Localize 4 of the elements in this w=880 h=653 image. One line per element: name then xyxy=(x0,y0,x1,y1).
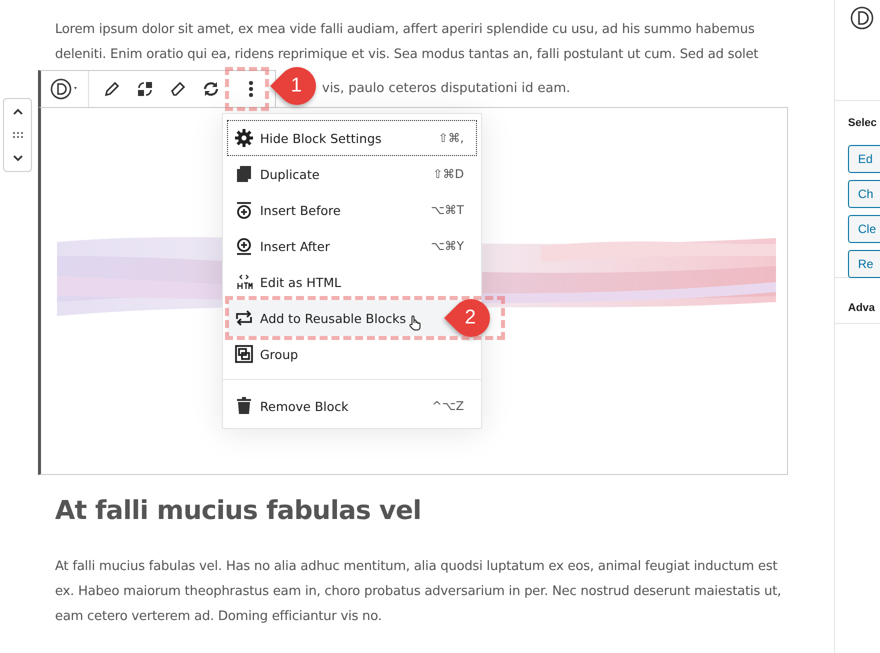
paragraph: vis, paulo ceteros disputationi id eam. xyxy=(322,80,570,98)
section-title: Selec xyxy=(848,117,877,129)
heading: At falli mucius fabulas vel xyxy=(55,495,422,528)
paragraph: At falli mucius fabulas vel. Has no alia adhuc mentitum, alia quodsi luptatum ex eos, animal feugiat inductum est ex. Habeo maiorum theophrastus eam in, choro probatus adversarium in per. Nec nostrud deserunt maiestatis ut, eam cetero verterem ad. Doming efficiantur vis no. xyxy=(55,558,782,626)
